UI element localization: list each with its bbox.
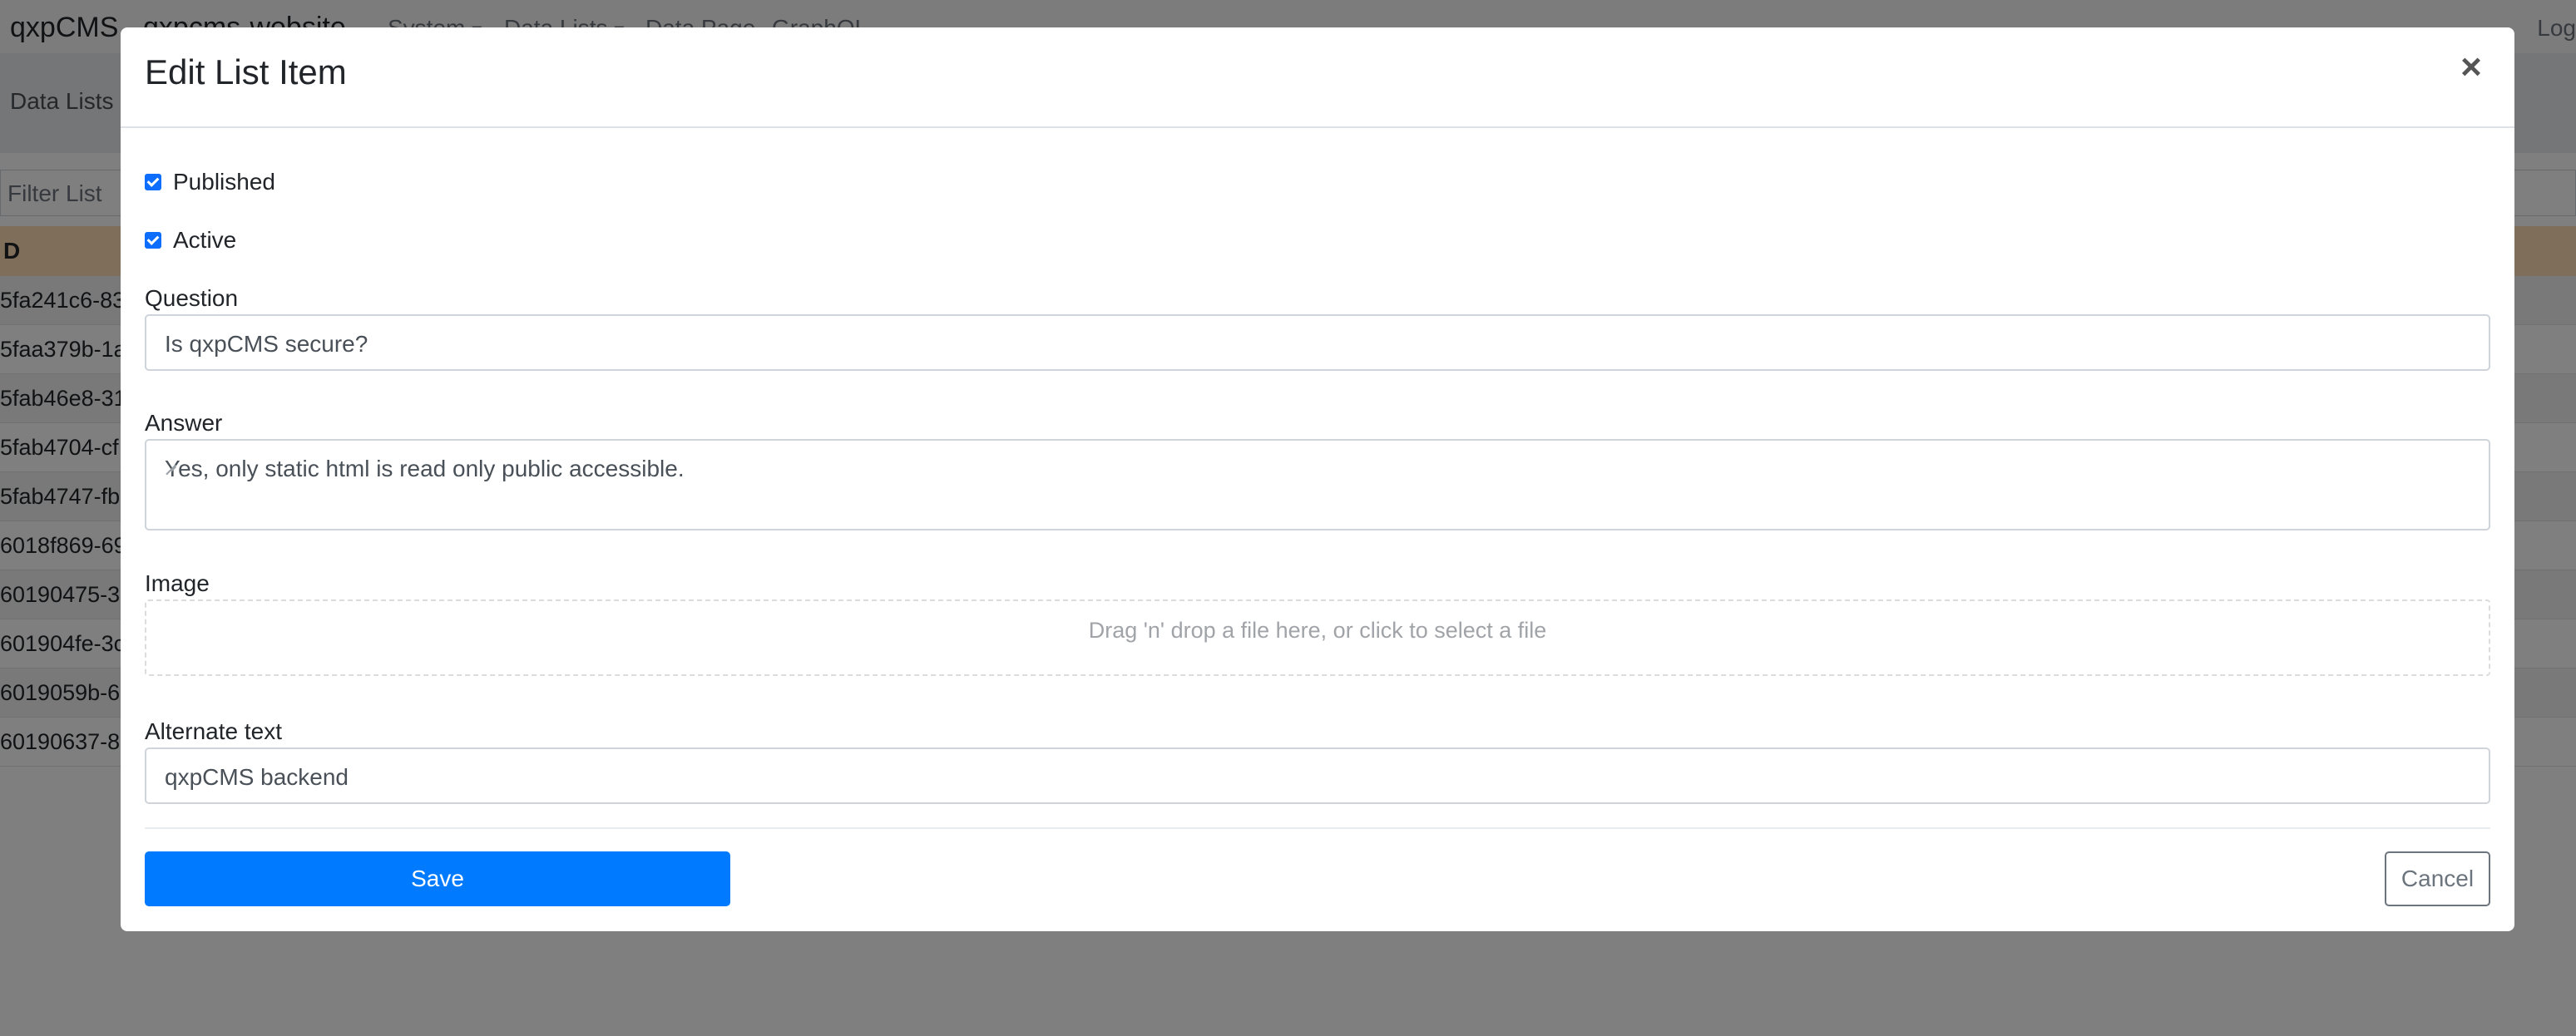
save-button[interactable]: Save	[145, 851, 730, 906]
active-checkbox[interactable]	[145, 232, 161, 249]
modal-header: Edit List Item ×	[121, 27, 2514, 128]
dropzone-text: Drag 'n' drop a file here, or click to s…	[1088, 618, 1547, 643]
alternate-text-label: Alternate text	[145, 718, 282, 744]
question-value: Is qxpCMS secure?	[165, 331, 368, 357]
alternate-text-value: qxpCMS backend	[165, 764, 349, 790]
answer-label: Answer	[145, 410, 223, 436]
alternate-text-input[interactable]: qxpCMS backend	[145, 747, 2490, 804]
published-label[interactable]: Published	[173, 169, 275, 195]
published-checkbox[interactable]	[145, 174, 161, 190]
active-label[interactable]: Active	[173, 227, 236, 254]
modal-title: Edit List Item	[145, 52, 347, 91]
answer-value: Yes, only static html is read only publi…	[165, 456, 685, 481]
close-icon[interactable]: ×	[2451, 47, 2491, 87]
question-label: Question	[145, 285, 239, 311]
answer-textarea[interactable]: Yes, only static html is read only publi…	[145, 439, 2490, 530]
resize-handle-icon[interactable]	[165, 456, 176, 467]
image-label: Image	[145, 570, 210, 596]
footer-divider	[145, 827, 2490, 829]
image-dropzone[interactable]: Drag 'n' drop a file here, or click to s…	[145, 599, 2490, 676]
question-input[interactable]: Is qxpCMS secure?	[145, 314, 2490, 371]
edit-list-item-modal: Edit List Item × Published Active Questi…	[121, 27, 2514, 931]
cancel-button[interactable]: Cancel	[2385, 851, 2490, 906]
